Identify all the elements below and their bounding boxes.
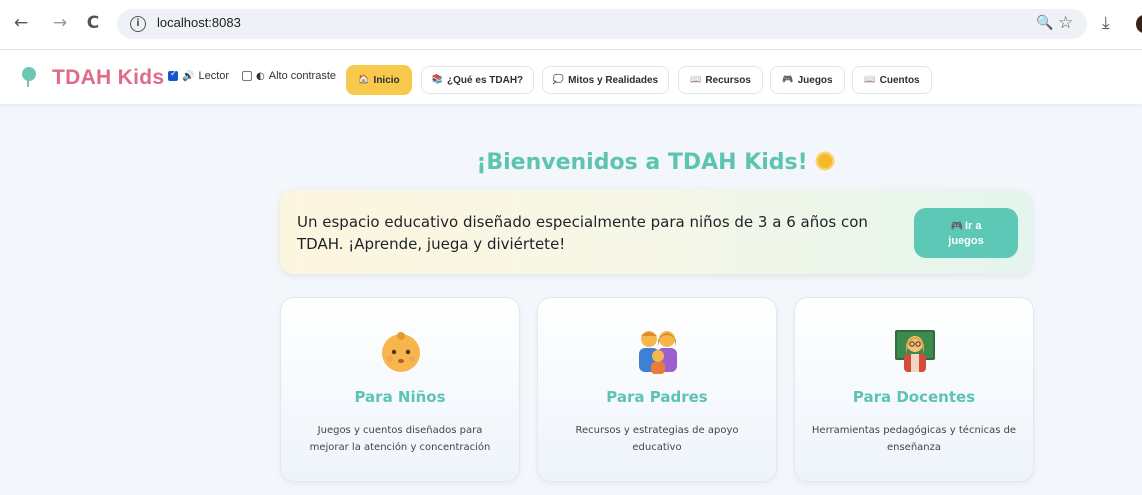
hero-button-line2: juegos — [948, 235, 984, 247]
tab-label: ¿Qué es TDAH? — [447, 74, 524, 86]
tab-mitos-y-realidades[interactable]: 💭 Mitos y Realidades — [542, 66, 669, 94]
card-description: Herramientas pedagógicas y técnicas de e… — [811, 425, 1017, 453]
card-para-docentes[interactable]: Para Docentes Herramientas pedagógicas y… — [794, 297, 1034, 482]
family-icon — [639, 331, 677, 374]
contrast-toggle[interactable]: ◐ Alto contraste — [242, 70, 336, 82]
tab-label: Juegos — [797, 74, 833, 86]
hero-button-line1: Ir a — [964, 220, 982, 232]
reload-icon[interactable]: C — [82, 12, 104, 34]
address-bar[interactable]: i localhost:8083 — [117, 9, 1087, 39]
site-info-icon[interactable]: i — [130, 16, 146, 32]
tab-label: Mitos y Realidades — [568, 74, 659, 86]
contrast-label: Alto contraste — [268, 70, 336, 82]
reader-label: Lector — [198, 70, 230, 82]
book-icon: 📖 — [690, 75, 702, 85]
balloon-logo-icon — [22, 67, 36, 87]
speaker-icon: 🔊 — [182, 70, 195, 82]
tab-label: Recursos — [705, 74, 751, 86]
tab-recursos[interactable]: 📖 Recursos — [678, 66, 763, 94]
hero-text: Un espacio educativo diseñado especialme… — [297, 213, 868, 253]
back-icon[interactable]: ← — [10, 12, 32, 34]
go-to-games-button[interactable]: 🎮 Ir a juegos — [914, 208, 1018, 258]
reader-toggle[interactable]: 🔊 Lector — [168, 69, 230, 82]
baby-face-icon — [382, 332, 420, 372]
home-icon: 🏠 — [358, 75, 370, 85]
page-title: ¡Bienvenidos a TDAH Kids! — [280, 150, 1032, 175]
card-para-ninos[interactable]: Para Niños Juegos y cuentos diseñados pa… — [280, 297, 520, 482]
contrast-icon: ◐ — [256, 70, 265, 82]
card-description: Juegos y cuentos diseñados para mejorar … — [309, 425, 491, 453]
page-title-text: ¡Bienvenidos a TDAH Kids! — [476, 150, 808, 175]
card-title: Para Niños — [354, 388, 446, 406]
forward-icon[interactable]: → — [49, 12, 71, 34]
site-header: TDAH Kids 🔊 Lector ◐ Alto contraste 🏠 In… — [0, 50, 1142, 104]
zoom-icon[interactable]: 🔍 — [1036, 13, 1053, 33]
tab-juegos[interactable]: 🎮 Juegos — [770, 66, 845, 94]
tab-que-es-tdah[interactable]: 📚 ¿Qué es TDAH? — [421, 66, 534, 94]
tab-inicio[interactable]: 🏠 Inicio — [346, 65, 412, 95]
gamepad-icon: 🎮 — [782, 75, 794, 85]
card-para-padres[interactable]: Para Padres Recursos y estrategias de ap… — [537, 297, 777, 482]
tab-cuentos[interactable]: 📖 Cuentos — [852, 66, 932, 94]
brand-title[interactable]: TDAH Kids — [52, 66, 164, 90]
url-text[interactable]: localhost:8083 — [157, 15, 241, 30]
bookmark-star-icon[interactable]: ☆ — [1058, 13, 1073, 33]
sun-icon — [813, 150, 836, 172]
teacher-icon — [895, 330, 935, 372]
reader-checkbox[interactable] — [168, 69, 178, 81]
tab-label: Inicio — [373, 74, 400, 86]
book-icon: 📖 — [864, 75, 876, 85]
books-icon: 📚 — [431, 75, 444, 85]
thought-bubble-icon: 💭 — [552, 75, 565, 85]
download-icon[interactable]: ⤓ — [1102, 13, 1110, 33]
gamepad-icon: 🎮 — [950, 221, 963, 232]
card-title: Para Padres — [606, 388, 708, 406]
tab-label: Cuentos — [879, 74, 920, 86]
contrast-checkbox[interactable] — [242, 71, 252, 81]
profile-avatar[interactable] — [1136, 15, 1142, 33]
card-title: Para Docentes — [852, 388, 976, 406]
hero-banner: Un espacio educativo diseñado especialme… — [280, 190, 1032, 274]
card-description: Recursos y estrategias de apoyo educativ… — [575, 425, 739, 453]
browser-toolbar: ← → C i localhost:8083 🔍 ☆ ⤓ — [0, 0, 1142, 50]
